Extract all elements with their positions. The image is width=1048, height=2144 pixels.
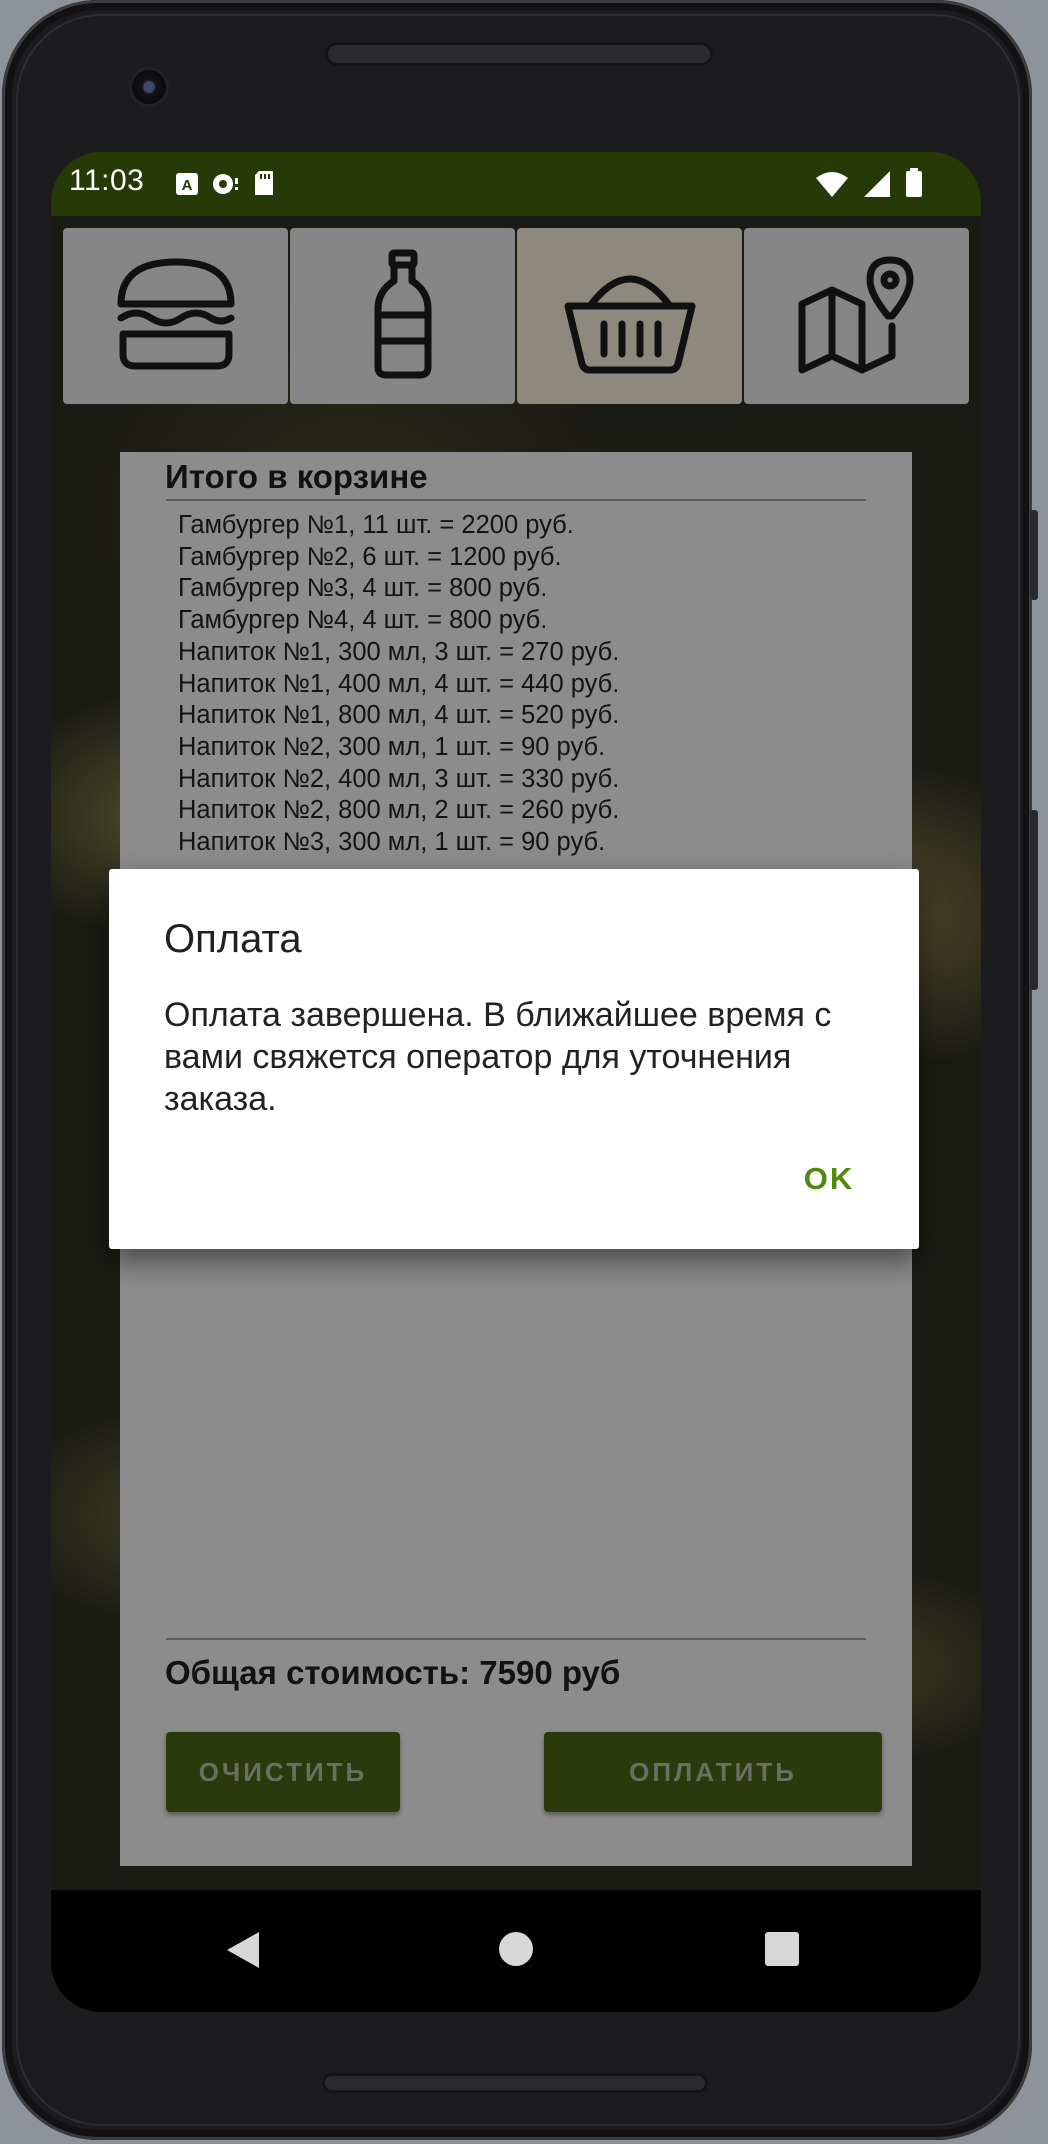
wifi-icon: [815, 172, 849, 206]
list-item: Напиток №2, 400 мл, 3 шт. = 330 руб.: [178, 764, 620, 793]
pay-button[interactable]: ОПЛАТИТЬ: [544, 1732, 882, 1812]
status-time: 11:03: [69, 164, 145, 197]
list-item: Гамбургер №3, 4 шт. = 800 руб.: [178, 574, 548, 603]
list-item: Напиток №1, 800 мл, 4 шт. = 520 руб.: [178, 701, 620, 730]
signal-icon: [863, 170, 891, 206]
list-item: Напиток №3, 300 мл, 1 шт. = 90 руб.: [178, 828, 606, 857]
map-pin-icon: [792, 254, 922, 379]
home-icon[interactable]: [499, 1932, 533, 1966]
total-divider: [166, 1638, 866, 1640]
status-bar: 11:03 A: [51, 152, 981, 216]
recents-icon[interactable]: [765, 1932, 799, 1966]
basket-icon: [560, 254, 700, 379]
list-item: Напиток №1, 300 мл, 3 шт. = 270 руб.: [178, 637, 620, 666]
sd-card-icon: [253, 170, 275, 204]
svg-text:A: A: [182, 177, 193, 194]
power-button: [1030, 810, 1038, 990]
category-tabbar: [63, 228, 969, 404]
list-item: Гамбургер №2, 6 шт. = 1200 руб.: [178, 542, 562, 571]
title-divider: [166, 499, 866, 501]
list-item: Гамбургер №4, 4 шт. = 800 руб.: [178, 606, 548, 635]
sync-icon: [211, 170, 241, 204]
front-camera: [132, 70, 166, 104]
battery-icon: [905, 168, 923, 206]
tab-drinks[interactable]: [290, 228, 515, 404]
top-speaker: [325, 42, 713, 66]
tab-map[interactable]: [744, 228, 969, 404]
payment-dialog: Оплата Оплата завершена. В ближайшее вре…: [109, 869, 919, 1249]
total-cost: Общая стоимость: 7590 руб: [165, 1654, 621, 1691]
list-item: Напиток №2, 300 мл, 1 шт. = 90 руб.: [178, 732, 606, 761]
navigation-bar: [51, 1890, 981, 2012]
dialog-title: Оплата: [164, 917, 302, 961]
list-item: Напиток №2, 800 мл, 2 шт. = 260 руб.: [178, 796, 620, 825]
bottle-icon: [368, 249, 438, 384]
clear-button[interactable]: ОЧИСТИТЬ: [166, 1732, 400, 1812]
cart-items-list[interactable]: Гамбургер №1, 11 шт. = 2200 руб. Гамбург…: [178, 510, 858, 910]
tab-burgers[interactable]: [63, 228, 288, 404]
dialog-message: Оплата завершена. В ближайшее время с ва…: [164, 996, 832, 1118]
burger-icon: [111, 254, 241, 379]
bottom-speaker: [322, 2073, 708, 2093]
ok-button[interactable]: OK: [789, 1154, 869, 1204]
list-item: Напиток №1, 400 мл, 4 шт. = 440 руб.: [178, 669, 620, 698]
list-item: Гамбургер №1, 11 шт. = 2200 руб.: [178, 511, 574, 539]
cart-title: Итого в корзине: [165, 458, 428, 495]
accessibility-icon: A: [175, 170, 199, 204]
tab-cart[interactable]: [517, 228, 742, 404]
volume-button: [1030, 510, 1038, 600]
back-icon[interactable]: [227, 1932, 259, 1968]
